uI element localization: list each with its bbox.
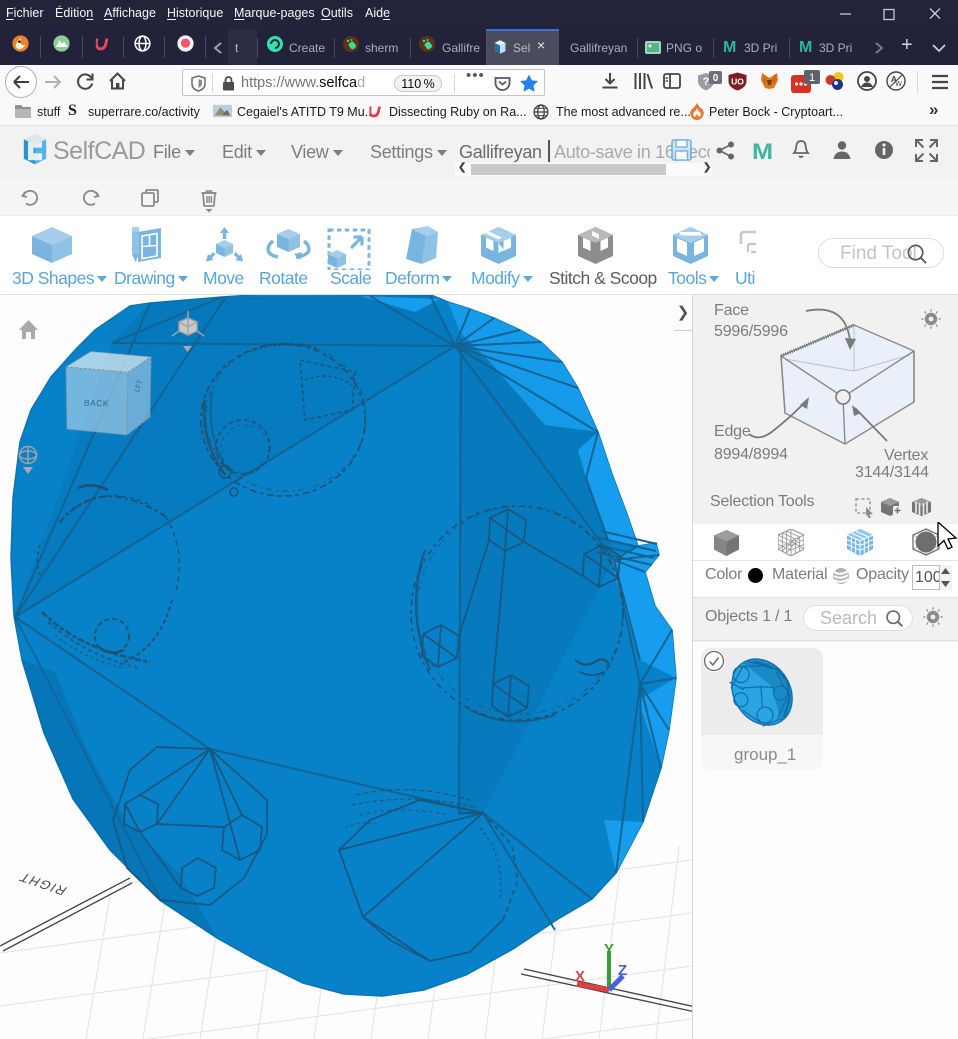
svg-text:UO: UO (731, 77, 744, 87)
svg-text:0: 0 (713, 73, 719, 84)
svg-text:Y: Y (604, 941, 614, 958)
svg-text:?: ? (703, 76, 710, 88)
svg-text:BACK: BACK (84, 398, 109, 409)
svg-text:Z: Z (618, 962, 627, 979)
svg-text:X: X (575, 968, 585, 985)
svg-text:W: W (895, 81, 902, 88)
svg-text:RIGHT: RIGHT (15, 870, 70, 898)
svg-text:1: 1 (809, 72, 815, 84)
